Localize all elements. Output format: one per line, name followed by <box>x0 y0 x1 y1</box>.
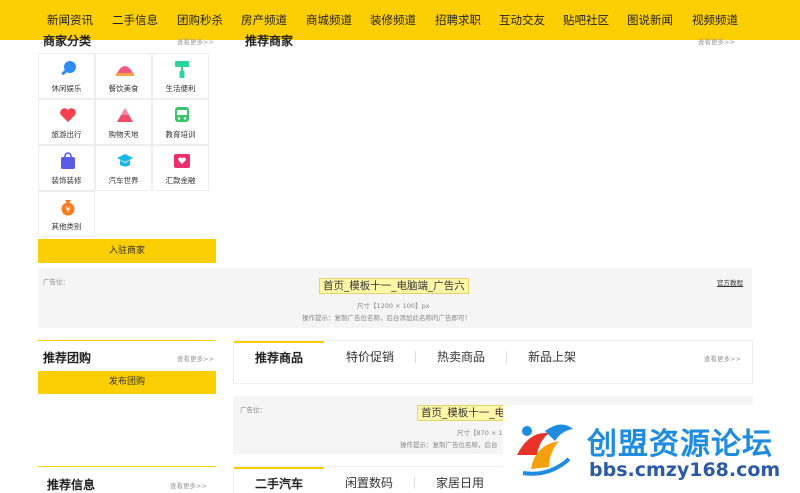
watermark-text: 创盟资源论坛 <box>587 427 773 462</box>
category-auto[interactable]: 汽车世界 <box>95 145 152 191</box>
ad-slot-main: 广告位： 官方教程 首页_模板十一_电脑端_广告六 尺寸【1200 × 100】… <box>38 268 752 328</box>
ad-title: 首页_模板十一_电 <box>417 405 509 421</box>
money-bag-icon: ¥ <box>61 200 75 216</box>
category-shopping[interactable]: 购物天地 <box>95 99 152 145</box>
ad-help-link[interactable]: 官方教程 <box>717 277 743 287</box>
nav-item-photo-news[interactable]: 图说新闻 <box>627 11 673 29</box>
watermark-logo-icon <box>517 424 573 476</box>
category-label: 生活便利 <box>165 84 196 93</box>
watermark: 创盟资源论坛 bbs.cmzy168.com <box>503 405 795 493</box>
ad-title: 首页_模板十一_电脑端_广告六 <box>319 278 469 294</box>
category-decoration[interactable]: 装饰装修 <box>38 145 95 191</box>
nav-item-dating[interactable]: 互动交友 <box>499 11 545 29</box>
ad-label: 广告位： <box>240 406 266 414</box>
watermark-url: bbs.cmzy168.com <box>589 459 781 481</box>
info-top-rule <box>38 466 216 467</box>
tab-household[interactable]: 家居日用 <box>415 467 505 493</box>
recommended-merchants-title: 推荐商家 <box>245 34 294 48</box>
ad-tip: 操作提示：复制广告位名称，后台添加此名称的广告即可！ <box>302 314 471 322</box>
ad-label: 广告位： <box>43 278 69 286</box>
nav-item-house[interactable]: 房产频道 <box>241 11 287 29</box>
category-other[interactable]: ¥ 其他类别 <box>38 191 95 237</box>
merchant-categories-title: 商家分类 <box>43 34 92 48</box>
paint-roller-icon <box>175 61 189 78</box>
tab-used-cars[interactable]: 二手汽车 <box>234 467 324 493</box>
group-buy-top-rule <box>38 340 216 341</box>
nav-item-decoration[interactable]: 装修频道 <box>370 11 416 29</box>
category-label: 休闲娱乐 <box>51 84 82 93</box>
tab-new-arrivals[interactable]: 新品上架 <box>507 341 597 373</box>
nav-item-jobs[interactable]: 招聘求职 <box>435 11 481 29</box>
ad-size: 尺寸【1200 × 100】px <box>357 302 430 310</box>
merchant-categories-more-link[interactable]: 查看更多>> <box>177 36 214 46</box>
category-finance[interactable]: 汇款金融 <box>152 145 209 191</box>
category-education[interactable]: 教育培训 <box>152 99 209 145</box>
dish-icon <box>116 66 134 76</box>
nav-item-news[interactable]: 新闻资讯 <box>47 11 93 29</box>
bus-icon <box>175 107 189 122</box>
category-food[interactable]: 餐饮美食 <box>95 53 152 99</box>
category-label: 购物天地 <box>108 130 139 139</box>
category-label: 汽车世界 <box>108 176 139 185</box>
category-leisure[interactable]: 休闲娱乐 <box>38 53 95 99</box>
tab-special-offers[interactable]: 特价促销 <box>324 341 416 373</box>
group-buy-more-link[interactable]: 查看更多>> <box>177 353 214 363</box>
top-nav: 新闻资讯 二手信息 团购秒杀 房产频道 商城频道 装修频道 招聘求职 互动交友 … <box>0 0 800 40</box>
recommended-merchants-more-link[interactable]: 查看更多>> <box>698 36 735 46</box>
publish-group-buy-button[interactable]: 发布团购 <box>38 371 216 394</box>
mountain-icon <box>117 108 133 122</box>
bag-icon <box>61 152 75 169</box>
category-life[interactable]: 生活便利 <box>152 53 209 99</box>
nav-item-video[interactable]: 视频频道 <box>692 11 738 29</box>
ad-size: 尺寸【870 × 1 <box>457 429 503 437</box>
category-label: 装饰装修 <box>51 176 82 185</box>
svg-text:¥: ¥ <box>65 205 70 214</box>
category-label: 教育培训 <box>165 130 196 139</box>
card-icon <box>174 154 190 168</box>
category-label: 餐饮美食 <box>108 84 139 93</box>
recommended-info-title: 推荐信息 <box>47 478 96 492</box>
group-buy-title: 推荐团购 <box>43 351 92 365</box>
category-travel[interactable]: 旅游出行 <box>38 99 95 145</box>
heart-icon <box>60 108 76 122</box>
products-more-link[interactable]: 查看更多>> <box>704 353 741 363</box>
tab-recommended-products[interactable]: 推荐商品 <box>234 341 324 373</box>
join-merchant-button[interactable]: 入驻商家 <box>38 239 216 263</box>
nav-item-mall[interactable]: 商城频道 <box>306 11 352 29</box>
microphone-icon <box>61 61 76 75</box>
tab-hot-products[interactable]: 热卖商品 <box>416 341 506 373</box>
tab-idle-digital[interactable]: 闲置数码 <box>324 467 414 493</box>
nav-item-forum[interactable]: 贴吧社区 <box>563 11 609 29</box>
category-label: 旅游出行 <box>51 130 82 139</box>
products-tab-panel: 推荐商品 特价促销 热卖商品 新品上架 查看更多>> <box>233 340 753 384</box>
category-label: 汇款金融 <box>165 176 196 185</box>
recommended-info-more-link[interactable]: 查看更多>> <box>170 480 207 490</box>
nav-item-second-hand[interactable]: 二手信息 <box>112 11 158 29</box>
graduation-cap-icon <box>117 154 133 167</box>
category-label: 其他类别 <box>51 222 82 231</box>
nav-item-group-buy[interactable]: 团购秒杀 <box>177 11 223 29</box>
ad-tip: 操作提示：复制广告位名称，后台 <box>400 441 498 449</box>
